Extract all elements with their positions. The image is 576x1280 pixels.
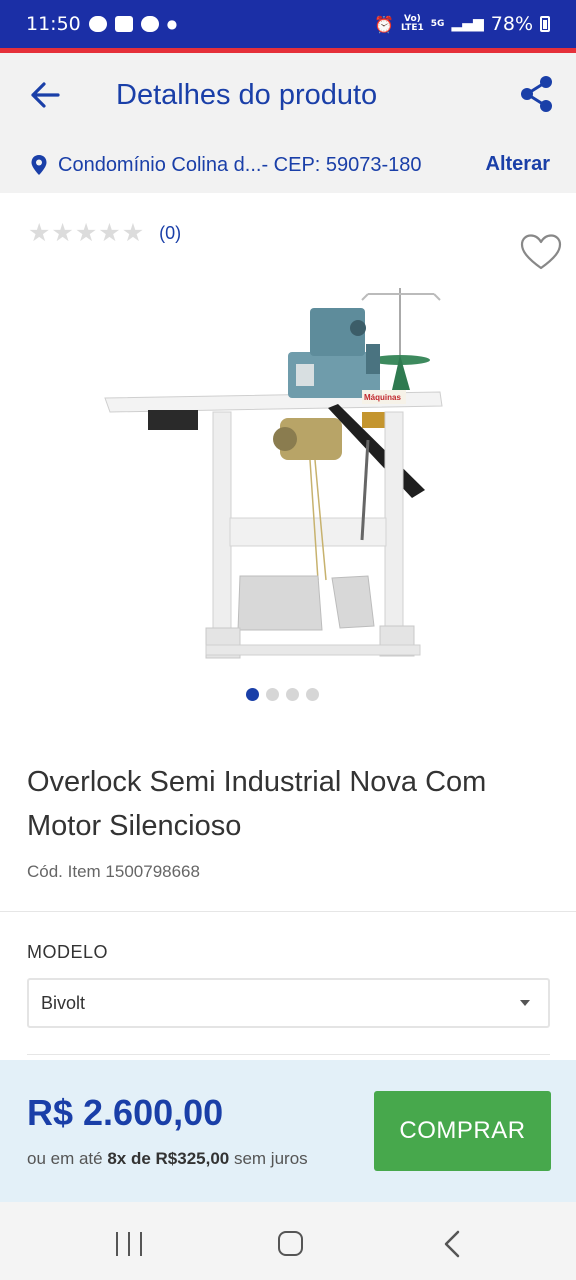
- location-text: Condomínio Colina d...- CEP: 59073-180: [58, 153, 422, 176]
- recents-icon: [140, 1232, 142, 1256]
- star-icon: ★: [121, 219, 145, 247]
- model-label: MODELO: [27, 942, 109, 962]
- svg-text:Máquinas: Máquinas: [364, 393, 401, 402]
- image-carousel-dots[interactable]: [246, 688, 319, 701]
- recent-apps-button[interactable]: [116, 1232, 142, 1256]
- carousel-dot[interactable]: [266, 688, 279, 701]
- installments-prefix: ou em até: [27, 1149, 108, 1168]
- messenger-icon: [88, 16, 107, 32]
- product-code: Cód. Item 1500798668: [27, 862, 200, 881]
- alarm-icon: ⏰: [374, 14, 394, 34]
- divider: [27, 1054, 550, 1055]
- notification-icon: [114, 16, 133, 32]
- status-bar: 11:50 ● ⏰ Vo) LTE1 5G ▂▄▆ 78%: [0, 0, 576, 48]
- installments-amount: 8x de R$325,00: [107, 1149, 230, 1168]
- caret-down-icon: [520, 1000, 530, 1006]
- recents-icon: [128, 1232, 130, 1256]
- installments-suffix: sem juros: [229, 1149, 308, 1168]
- page-title: Detalhes do produto: [116, 78, 378, 111]
- product-image[interactable]: Máquinas: [100, 280, 450, 665]
- recents-icon: [116, 1232, 118, 1256]
- star-icon: ★: [51, 219, 74, 247]
- volte-icon: Vo) LTE1: [401, 14, 424, 33]
- star-icon: ★: [74, 219, 98, 247]
- overlock-machine-image: Máquinas: [104, 288, 443, 659]
- carousel-dot[interactable]: [246, 688, 259, 701]
- app-header: Detalhes do produto: [0, 53, 576, 137]
- status-time: 11:50: [26, 13, 81, 35]
- buy-button[interactable]: COMPRAR: [374, 1091, 551, 1171]
- rating-count: (0): [159, 222, 182, 243]
- carousel-dot[interactable]: [286, 688, 299, 701]
- favorite-button[interactable]: [518, 232, 564, 272]
- system-nav-bar: [0, 1202, 576, 1280]
- product-title: Overlock Semi Industrial Nova Com Motor …: [27, 766, 487, 842]
- system-back-button[interactable]: [442, 1230, 462, 1258]
- arrow-left-icon: [31, 82, 60, 108]
- signal-icon: ▂▄▆: [451, 16, 484, 32]
- map-pin-icon: [31, 155, 47, 175]
- share-icon: [521, 76, 552, 112]
- star-icon: ★: [28, 219, 51, 247]
- screen: 11:50 ● ⏰ Vo) LTE1 5G ▂▄▆ 78% Detalhes do…: [0, 0, 576, 1280]
- installments-text: ou em até 8x de R$325,00 sem juros: [27, 1149, 308, 1169]
- model-selected-value: Bivolt: [41, 992, 86, 1013]
- change-location-link[interactable]: Alterar: [486, 153, 550, 176]
- network-type-icon: 5G: [430, 18, 445, 29]
- home-button[interactable]: [278, 1231, 303, 1256]
- battery-percent: 78%: [490, 13, 533, 35]
- carousel-dot[interactable]: [306, 688, 319, 701]
- product-price: R$ 2.600,00: [27, 1092, 224, 1133]
- heart-icon: [520, 234, 562, 270]
- dot-icon: ●: [166, 17, 178, 31]
- share-button[interactable]: [516, 73, 558, 115]
- model-select[interactable]: Bivolt: [27, 978, 550, 1028]
- back-button[interactable]: [0, 53, 90, 137]
- chevron-left-icon: [444, 1230, 460, 1258]
- delivery-location-bar: Condomínio Colina d...- CEP: 59073-180 A…: [0, 137, 576, 193]
- cloud-icon: [140, 16, 159, 32]
- star-icon: ★: [98, 219, 121, 247]
- divider: [0, 911, 576, 912]
- battery-icon: [540, 16, 550, 32]
- product-rating[interactable]: ★ ★ ★ ★ ★ (0): [28, 220, 181, 246]
